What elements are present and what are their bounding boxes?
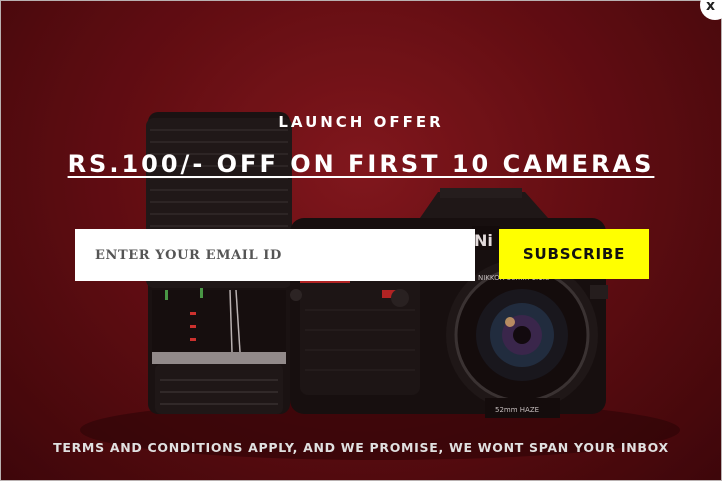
offer-popup: x Ni NIKKOR 52mm HAZE LAUNCH OFFER RS.10… bbox=[0, 0, 722, 481]
offer-headline: RS.100/- OFF ON FIRST 10 CAMERAS bbox=[67, 150, 655, 178]
subscribe-button[interactable]: SUBSCRIBE bbox=[499, 229, 649, 279]
close-icon: x bbox=[706, 0, 716, 14]
offer-eyebrow: LAUNCH OFFER bbox=[278, 113, 444, 131]
email-input[interactable] bbox=[75, 229, 475, 281]
terms-text: TERMS AND CONDITIONS APPLY, AND WE PROMI… bbox=[53, 440, 669, 455]
